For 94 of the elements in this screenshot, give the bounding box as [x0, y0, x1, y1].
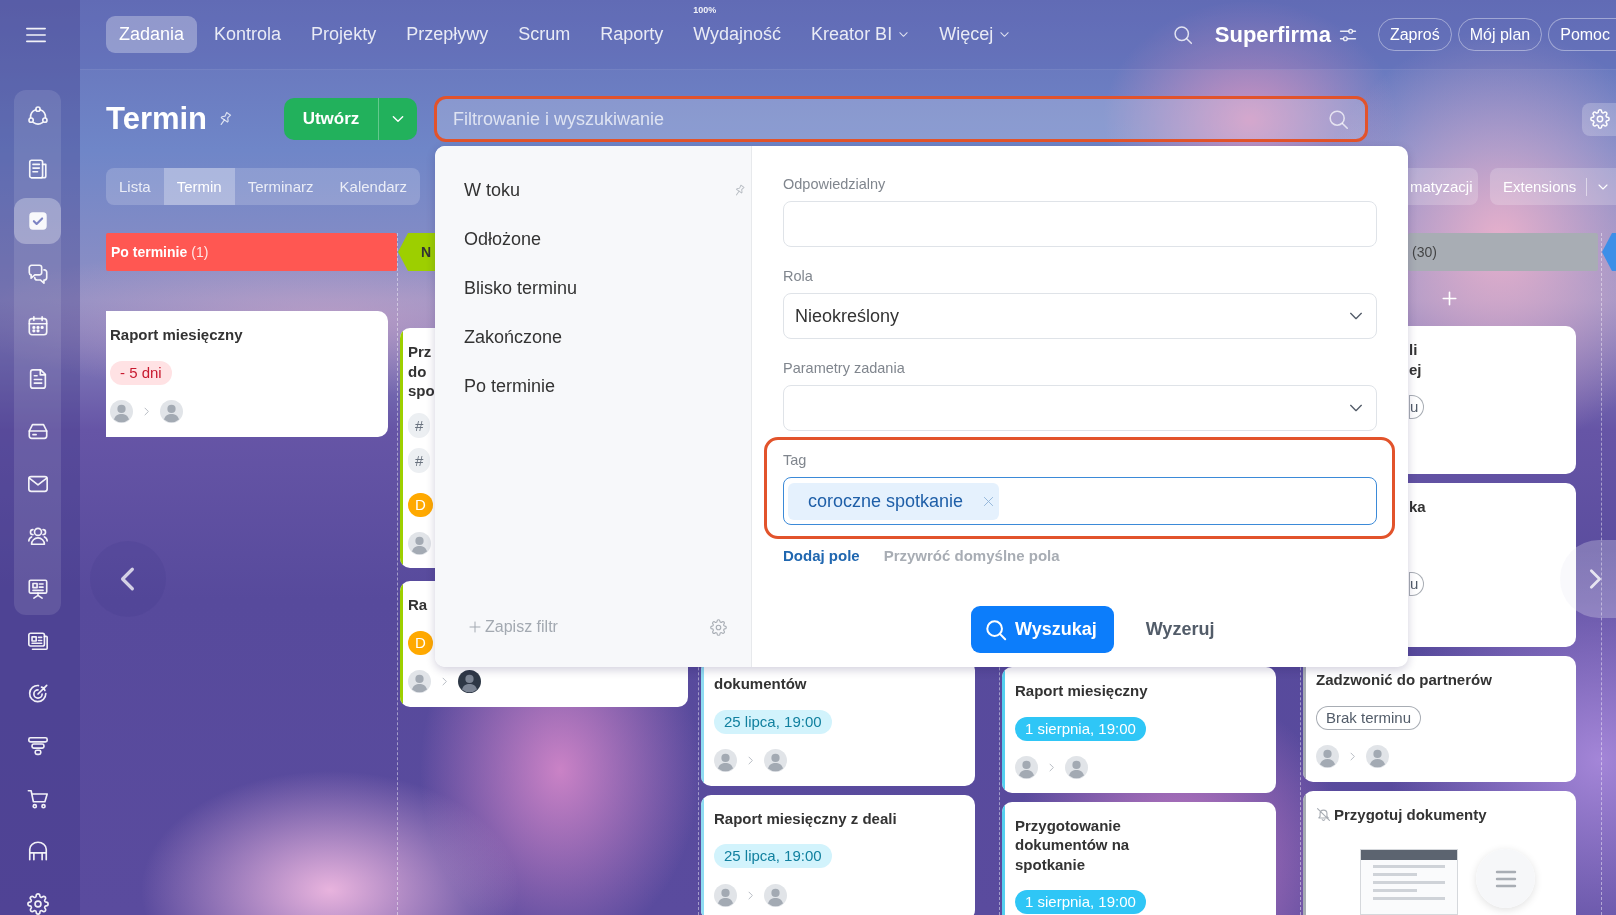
task-title: Przygotuj dokumenty — [1334, 804, 1487, 824]
chevron-right-icon — [746, 890, 755, 900]
nav-tab[interactable]: Więcej — [926, 16, 1024, 53]
task-card[interactable]: Prz do spo # # D — [400, 328, 435, 568]
select-field[interactable]: Nieokreślony — [783, 293, 1377, 339]
add-field-link[interactable]: Dodaj pole — [783, 548, 860, 564]
funnel-icon[interactable] — [26, 735, 49, 758]
nav-tab[interactable]: Projekty — [298, 16, 390, 53]
task-tag[interactable]: # — [408, 447, 431, 473]
deadline-badge: D — [408, 492, 433, 517]
search-icon[interactable] — [1172, 24, 1193, 45]
nav-tab[interactable]: Kontrola — [201, 16, 295, 53]
task-card[interactable]: Przygotuj dokumenty — [1303, 790, 1576, 915]
deadline-badge: Brak terminu — [1316, 705, 1422, 730]
deadline-badge: 25 lipca, 19:00 — [714, 709, 832, 734]
reset-button[interactable]: Wyzeruj — [1145, 619, 1215, 640]
search-icon — [985, 618, 1007, 641]
input-field[interactable] — [783, 201, 1377, 247]
task-title: Ra — [408, 595, 428, 615]
task-title: Przygotowanie dokumentów na spotkanie — [1015, 815, 1131, 874]
scroll-right-button[interactable] — [1560, 540, 1616, 618]
contact-card-icon[interactable] — [26, 630, 49, 653]
view-tab[interactable]: Terminarz — [234, 168, 327, 205]
nav-tab[interactable]: Scrum — [505, 16, 584, 53]
settings-icon — [1590, 109, 1610, 129]
company-name[interactable]: Superfirma — [1214, 21, 1331, 48]
chat-bubbles-icon[interactable] — [26, 262, 49, 285]
chevron-right-icon — [1047, 763, 1056, 772]
deadline-badge: u — [1409, 395, 1425, 419]
chevron-right-icon — [1348, 752, 1357, 761]
preset-item[interactable]: Po terminie — [435, 362, 751, 411]
chevron-right-icon — [440, 677, 449, 686]
nav-tab[interactable]: Raporty — [587, 16, 677, 53]
deadline-badge: 25 lipca, 19:00 — [714, 844, 832, 868]
arch-icon[interactable] — [26, 840, 49, 863]
field-label: Parametry zadania — [783, 359, 905, 377]
deadline-badge: D — [408, 630, 433, 655]
page-title: Termin — [106, 100, 208, 138]
task-title: dokumentów — [714, 674, 807, 694]
task-card[interactable]: Przygotowanie dokumentów na spotkanie 1 sierpnia, 19:00 — [1002, 801, 1276, 915]
deadline-badge: 1 sierpnia, 19:00 — [1015, 716, 1146, 741]
task-card[interactable]: li ej u — [1408, 326, 1576, 474]
nodes-icon[interactable] — [26, 105, 49, 128]
nav-tab[interactable]: Kreator BI — [798, 16, 923, 53]
search-icon[interactable] — [1328, 108, 1349, 130]
stage-count: (1) — [191, 244, 209, 260]
preset-item[interactable]: Blisko terminu — [435, 264, 751, 313]
task-title: Raport miesięczny — [1015, 681, 1148, 701]
create-button[interactable]: Utwórz — [284, 98, 378, 140]
checkbox-icon[interactable] — [14, 198, 61, 245]
cart-icon[interactable] — [26, 787, 49, 810]
field-label: Odpowiedzialny — [783, 175, 886, 193]
tag-field[interactable]: coroczne spotkanie — [783, 477, 1377, 525]
task-card[interactable]: ka u — [1408, 483, 1576, 647]
task-title: Raport miesięczny — [110, 325, 243, 345]
plus-icon — [469, 621, 481, 633]
preset-item[interactable]: Zakończone — [435, 313, 751, 362]
field-label: Tag — [783, 451, 807, 469]
people-icon[interactable] — [26, 525, 49, 548]
plus-icon — [1441, 290, 1457, 306]
task-title: li ej — [1409, 340, 1422, 379]
task-tag[interactable]: # — [408, 412, 431, 438]
percent-label: 100% — [693, 5, 717, 16]
settings-button[interactable] — [1582, 102, 1616, 136]
deadline-badge: 1 sierpnia, 19:00 — [1015, 890, 1146, 914]
task-card[interactable]: Raport miesięczny - 5 dni — [106, 311, 388, 437]
deadline-badge: u — [1409, 571, 1425, 596]
task-card[interactable]: Raport miesięczny z deali 25 lipca, 19:00 — [701, 794, 975, 915]
preset-item[interactable]: Odłożone — [435, 215, 751, 264]
chevron-right-icon — [746, 756, 755, 765]
task-card[interactable]: Raport miesięczny 1 sierpnia, 19:00 — [1002, 667, 1276, 793]
calendar-icon[interactable] — [26, 315, 49, 338]
task-title: Raport miesięczny z deali — [714, 808, 897, 828]
tag-chip[interactable]: coroczne spotkanie — [788, 482, 1000, 520]
preset-item[interactable]: W toku — [435, 166, 751, 215]
stage-count: (30) — [1412, 244, 1437, 260]
deadline-badge: - 5 dni — [110, 360, 172, 385]
nav-tab[interactable]: Przepływy — [393, 16, 502, 53]
nav-tab[interactable]: Zadania — [106, 16, 198, 53]
chevron-right-icon — [142, 407, 151, 416]
newspaper-icon[interactable] — [26, 157, 49, 180]
search-field[interactable]: Filtrowanie i wyszukiwanie — [434, 96, 1368, 142]
task-title: ka — [1409, 497, 1426, 517]
task-title: Zadzwonić do partnerów — [1316, 670, 1492, 690]
task-title: Prz do spo — [408, 342, 435, 401]
stage-title: N — [421, 244, 432, 260]
stage-title: Po terminie — [111, 244, 188, 260]
presentation-board-icon[interactable] — [26, 577, 49, 600]
select-field[interactable] — [783, 385, 1377, 431]
field-label: Rola — [783, 267, 813, 285]
target-icon[interactable] — [26, 682, 49, 705]
search-button[interactable]: Wyszukaj — [971, 606, 1114, 653]
view-tab[interactable]: Kalendarz — [326, 168, 421, 205]
task-card[interactable]: Zadzwonić do partnerów Brak terminu — [1303, 656, 1576, 782]
